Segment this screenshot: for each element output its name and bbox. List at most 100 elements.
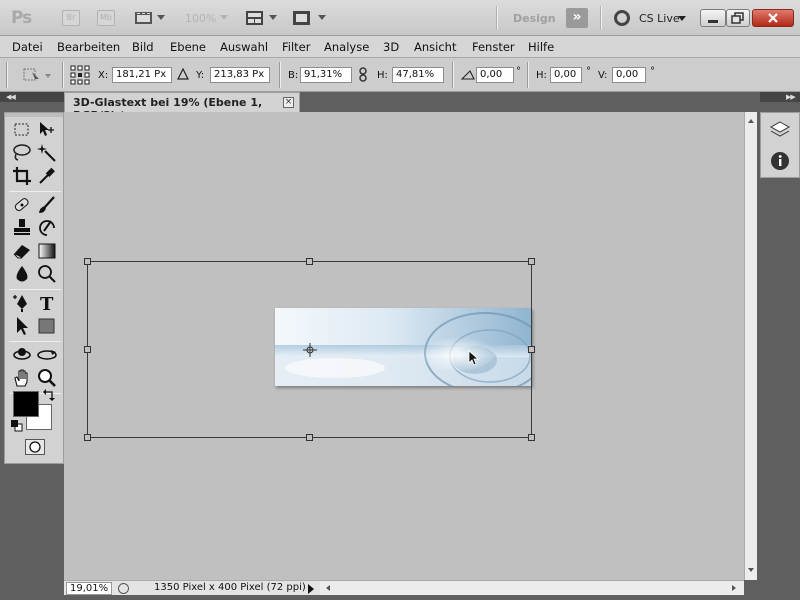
transform-handle-top-right[interactable] xyxy=(528,258,535,265)
lasso-icon[interactable] xyxy=(11,142,33,164)
menu-ansicht[interactable]: Ansicht xyxy=(414,40,456,54)
collapse-icon[interactable]: ◀◀ xyxy=(6,93,16,101)
extras-icon[interactable] xyxy=(134,10,154,29)
rotation-field[interactable]: 0,00 xyxy=(476,67,514,83)
scroll-right-icon[interactable] xyxy=(732,585,736,591)
spot-healing-brush-icon[interactable] xyxy=(11,194,33,216)
screen-mode-icon[interactable] xyxy=(292,10,312,29)
cs-live-dropdown-icon[interactable] xyxy=(678,16,686,21)
reference-point-icon[interactable] xyxy=(70,65,90,88)
relative-position-icon[interactable] xyxy=(177,67,189,83)
extras-dropdown-icon[interactable] xyxy=(157,15,165,20)
minimize-button[interactable] xyxy=(700,9,726,27)
rotation-icon xyxy=(460,69,475,84)
path-selection-icon[interactable] xyxy=(11,315,33,337)
zoom-icon[interactable] xyxy=(36,367,58,389)
width-field[interactable]: 91,31% xyxy=(300,67,352,83)
horizontal-skew-field[interactable]: 0,00 xyxy=(550,67,582,83)
rectangle-shape-icon[interactable] xyxy=(36,315,58,337)
gradient-icon[interactable] xyxy=(36,240,58,262)
move-icon[interactable] xyxy=(36,119,58,141)
vertical-scrollbar[interactable] xyxy=(744,112,757,580)
dodge-icon[interactable] xyxy=(36,263,58,285)
cs-live-icon[interactable] xyxy=(614,10,630,26)
magic-wand-icon[interactable] xyxy=(36,142,58,164)
rectangular-marquee-icon[interactable] xyxy=(11,119,33,141)
pen-icon[interactable] xyxy=(11,292,33,314)
transform-handle-left[interactable] xyxy=(84,346,91,353)
layers-icon[interactable] xyxy=(769,121,791,142)
arrange-dropdown-icon[interactable] xyxy=(269,15,277,20)
menu-3d[interactable]: 3D xyxy=(383,40,399,54)
expand-icon[interactable]: ▶▶ xyxy=(786,93,796,101)
menu-bearbeiten[interactable]: Bearbeiten xyxy=(57,40,120,54)
default-colors-icon[interactable] xyxy=(11,420,23,435)
eraser-icon[interactable] xyxy=(11,240,33,262)
transform-handle-top[interactable] xyxy=(306,258,313,265)
arrange-documents-icon[interactable] xyxy=(245,10,265,29)
grip xyxy=(6,62,8,88)
degree-symbol: ° xyxy=(586,66,591,77)
scroll-left-icon[interactable] xyxy=(326,585,330,591)
transform-handle-top-left[interactable] xyxy=(84,258,91,265)
transform-handle-bottom[interactable] xyxy=(306,434,313,441)
blur-icon[interactable] xyxy=(11,263,33,285)
more-workspaces-icon[interactable]: » xyxy=(566,8,588,28)
brush-icon[interactable] xyxy=(36,194,58,216)
hand-icon[interactable] xyxy=(11,367,33,389)
type-icon[interactable]: T xyxy=(36,292,58,315)
x-position-field[interactable]: 181,21 Px xyxy=(112,67,172,83)
clone-stamp-icon[interactable] xyxy=(11,217,33,239)
height-field[interactable]: 47,81% xyxy=(392,67,444,83)
menu-hilfe[interactable]: Hilfe xyxy=(528,40,554,54)
degree-symbol: ° xyxy=(516,66,521,77)
document-tab[interactable]: 3D-Glastext bei 19% (Ebene 1, RGB/8) * × xyxy=(64,92,300,122)
3d-orbit-icon[interactable] xyxy=(36,344,58,366)
transform-handle-bottom-right[interactable] xyxy=(528,434,535,441)
vertical-skew-field[interactable]: 0,00 xyxy=(612,67,646,83)
3d-rotate-icon[interactable] xyxy=(11,344,33,366)
menu-datei[interactable]: Datei xyxy=(12,40,43,54)
reference-point-crosshair-icon[interactable] xyxy=(303,343,317,360)
swap-colors-icon[interactable] xyxy=(43,389,55,404)
menu-filter[interactable]: Filter xyxy=(282,40,310,54)
info-icon[interactable] xyxy=(770,151,790,174)
menu-bild[interactable]: Bild xyxy=(132,40,154,54)
close-tab-icon[interactable]: × xyxy=(283,97,294,108)
menu-auswahl[interactable]: Auswahl xyxy=(220,40,268,54)
horizontal-scrollbar[interactable] xyxy=(320,580,744,595)
y-position-field[interactable]: 213,83 Px xyxy=(210,67,270,83)
restore-button[interactable] xyxy=(726,9,750,27)
eyedropper-icon[interactable] xyxy=(36,165,58,187)
zoom-dropdown-icon[interactable] xyxy=(220,15,228,20)
tool-preset-icon[interactable] xyxy=(22,66,52,87)
workspace-label[interactable]: Design xyxy=(513,12,556,25)
status-menu-arrow-icon[interactable] xyxy=(308,584,314,594)
scroll-down-icon[interactable] xyxy=(748,568,754,572)
zoom-field[interactable]: 19,01% xyxy=(66,582,112,595)
scroll-up-icon[interactable] xyxy=(748,119,754,123)
transform-handle-right[interactable] xyxy=(528,346,535,353)
degree-symbol: ° xyxy=(650,66,655,77)
zoom-level[interactable]: 100% xyxy=(185,12,216,25)
mini-bridge-button[interactable]: Mb xyxy=(97,10,115,26)
quick-mask-button[interactable] xyxy=(25,439,45,455)
close-window-button[interactable] xyxy=(752,9,794,27)
width-label: B: xyxy=(288,70,299,81)
divider xyxy=(279,62,281,88)
menu-fenster[interactable]: Fenster xyxy=(472,40,515,54)
cs-live-button[interactable]: CS Live xyxy=(639,12,680,25)
y-label: Y: xyxy=(196,70,205,81)
horizontal-skew-label: H: xyxy=(536,70,547,81)
screen-mode-dropdown-icon[interactable] xyxy=(318,15,326,20)
tab-strip xyxy=(300,92,755,112)
crop-icon[interactable] xyxy=(11,165,33,187)
menu-ebene[interactable]: Ebene xyxy=(170,40,206,54)
menu-analyse[interactable]: Analyse xyxy=(324,40,369,54)
history-brush-icon[interactable] xyxy=(36,217,58,239)
status-info-icon[interactable] xyxy=(118,583,129,594)
transform-handle-bottom-left[interactable] xyxy=(84,434,91,441)
bridge-button[interactable]: Br xyxy=(62,10,80,26)
link-icon[interactable] xyxy=(358,67,368,86)
menu-bar: Datei Bearbeiten Bild Ebene Auswahl Filt… xyxy=(0,36,800,58)
